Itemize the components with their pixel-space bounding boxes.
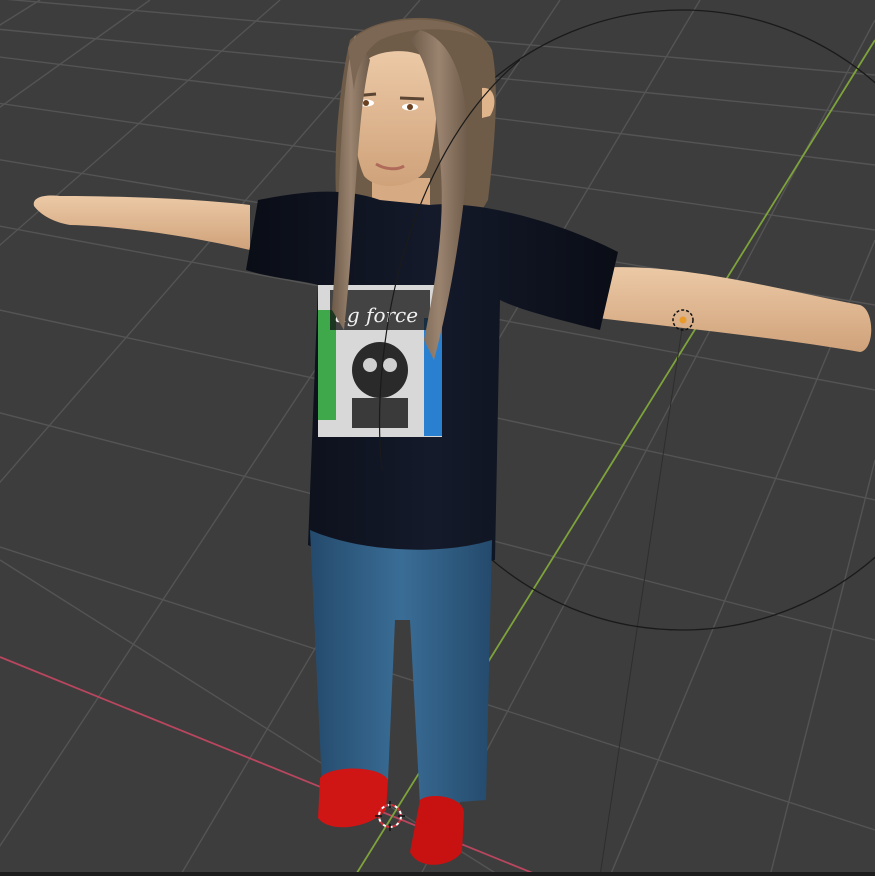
3d-viewport[interactable]: ug force: [0, 0, 875, 876]
shirt-print-text: ug force: [334, 303, 418, 327]
viewport-bottom-edge: [0, 872, 875, 876]
